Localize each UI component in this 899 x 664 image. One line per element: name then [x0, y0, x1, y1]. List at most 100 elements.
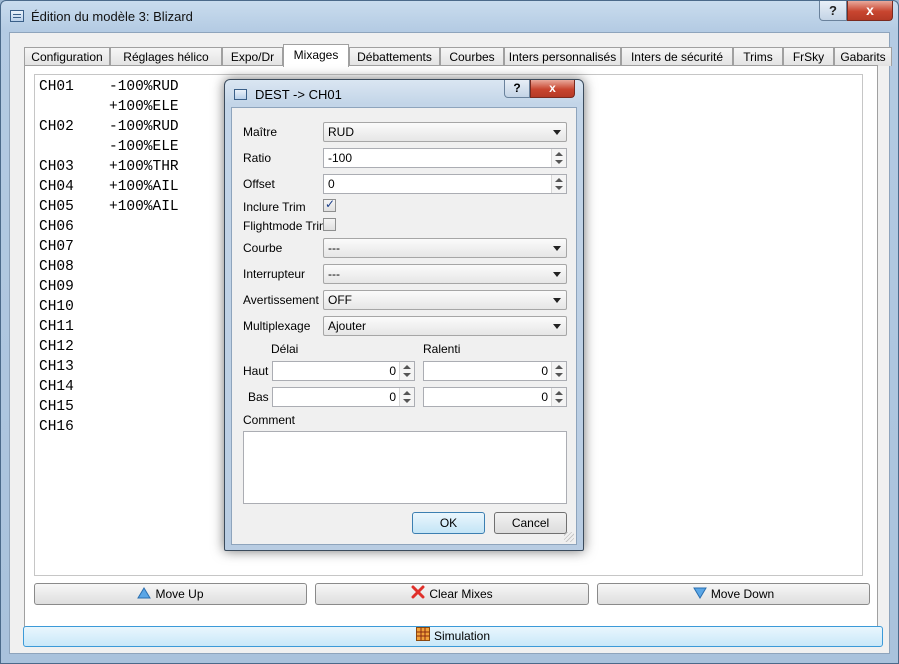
ralenti-bas-value: 0: [541, 390, 548, 404]
ralenti-bas-spinbox[interactable]: 0: [423, 387, 567, 407]
mix-value: +100%AIL: [109, 179, 179, 195]
ralenti-haut-value: 0: [541, 364, 548, 378]
ok-button[interactable]: OK: [412, 512, 485, 534]
interrupteur-select[interactable]: ---: [323, 264, 567, 284]
interrupteur-label: Interrupteur: [243, 267, 306, 281]
avertissement-select[interactable]: OFF: [323, 290, 567, 310]
tab-reglages-helico[interactable]: Réglages hélico: [110, 47, 222, 66]
mix-channel: CH15: [39, 399, 74, 415]
simulation-label: Simulation: [433, 629, 491, 644]
mix-channel: CH09: [39, 279, 74, 295]
inclure-trim-label: Inclure Trim: [243, 200, 306, 214]
maitre-select[interactable]: RUD: [323, 122, 567, 142]
window-title: Édition du modèle 3: Blizard: [31, 9, 193, 24]
tab-inters-personnalises[interactable]: Inters personnalisés: [504, 47, 621, 66]
chevron-down-icon: [553, 272, 561, 277]
mix-channel: CH03: [39, 159, 74, 175]
mix-channel: CH01: [39, 79, 74, 95]
mix-channel: CH12: [39, 339, 74, 355]
tab-expo-dr[interactable]: Expo/Dr: [222, 47, 283, 66]
mix-value: +100%THR: [109, 159, 179, 175]
mix-channel: CH07: [39, 239, 74, 255]
delai-bas-spinbox[interactable]: 0: [272, 387, 415, 407]
app-icon: [10, 10, 24, 22]
tab-trims[interactable]: Trims: [733, 47, 783, 66]
maitre-label: Maître: [243, 125, 278, 139]
maitre-value: RUD: [328, 125, 354, 139]
chevron-down-icon: [553, 130, 561, 135]
tab-gabarits[interactable]: Gabarits: [834, 47, 892, 66]
simulation-button[interactable]: Simulation: [23, 626, 883, 647]
tab-debattements[interactable]: Débattements: [349, 47, 440, 66]
mix-channel: CH05: [39, 199, 74, 215]
move-up-button[interactable]: Move Up: [34, 583, 307, 605]
mix-edit-dialog: DEST -> CH01 ? x Maître RUD Ratio -100 O…: [224, 79, 584, 551]
mix-channel: CH02: [39, 119, 74, 135]
spin-arrows-icon[interactable]: [551, 388, 566, 406]
tab-mixages[interactable]: Mixages: [283, 44, 349, 67]
red-x-icon: [411, 585, 425, 605]
move-up-label: Move Up: [155, 587, 204, 601]
mix-channel: CH10: [39, 299, 74, 315]
interrupteur-value: ---: [328, 267, 340, 281]
help-button[interactable]: ?: [819, 1, 847, 21]
mix-channel: CH04: [39, 179, 74, 195]
mix-channel: CH06: [39, 219, 74, 235]
ratio-spinbox[interactable]: -100: [323, 148, 567, 168]
mix-channel: CH14: [39, 379, 74, 395]
resize-grip-icon[interactable]: [564, 532, 574, 542]
cancel-button[interactable]: Cancel: [494, 512, 567, 534]
spin-arrows-icon[interactable]: [551, 175, 566, 193]
spin-arrows-icon[interactable]: [399, 388, 414, 406]
dialog-close-button[interactable]: x: [530, 80, 575, 98]
tab-configuration[interactable]: Configuration: [24, 47, 110, 66]
dialog-client: Maître RUD Ratio -100 Offset 0 Inclure T…: [231, 107, 577, 545]
spin-arrows-icon[interactable]: [551, 362, 566, 380]
mix-channel: CH16: [39, 419, 74, 435]
spin-arrows-icon[interactable]: [551, 149, 566, 167]
ratio-label: Ratio: [243, 151, 272, 165]
delai-bas-value: 0: [389, 390, 396, 404]
flightmode-trim-checkbox[interactable]: [323, 218, 336, 231]
offset-spinbox[interactable]: 0: [323, 174, 567, 194]
mix-value: -100%RUD: [109, 119, 179, 135]
comment-label: Comment: [243, 413, 296, 427]
move-down-button[interactable]: Move Down: [597, 583, 870, 605]
ratio-value: -100: [328, 151, 353, 165]
mix-channel: CH08: [39, 259, 74, 275]
clear-mixes-button[interactable]: Clear Mixes: [315, 583, 589, 605]
simulation-icon: [415, 627, 430, 647]
chevron-down-icon: [553, 246, 561, 251]
comment-textarea[interactable]: [243, 431, 567, 504]
tab-frsky[interactable]: FrSky: [783, 47, 834, 66]
dialog-help-button[interactable]: ?: [504, 80, 530, 98]
close-button[interactable]: x: [847, 1, 893, 21]
courbe-label: Courbe: [243, 241, 283, 255]
delai-haut-spinbox[interactable]: 0: [272, 361, 415, 381]
ralenti-haut-spinbox[interactable]: 0: [423, 361, 567, 381]
bas-label: Bas: [248, 390, 269, 404]
tab-courbes[interactable]: Courbes: [440, 47, 504, 66]
courbe-select[interactable]: ---: [323, 238, 567, 258]
avertissement-value: OFF: [328, 293, 352, 307]
mix-value: +100%AIL: [109, 199, 179, 215]
mix-channel: CH11: [39, 319, 74, 335]
offset-label: Offset: [243, 177, 275, 191]
arrow-up-icon: [137, 585, 152, 605]
flightmode-trim-label: Flightmode Trim: [243, 219, 330, 233]
delai-haut-value: 0: [389, 364, 396, 378]
move-down-label: Move Down: [710, 587, 775, 601]
multiplexage-label: Multiplexage: [243, 319, 311, 333]
avertissement-label: Avertissement: [243, 293, 319, 307]
ralenti-label: Ralenti: [423, 342, 461, 356]
tab-inters-de-securite[interactable]: Inters de sécurité: [621, 47, 733, 66]
title-bar[interactable]: Édition du modèle 3: Blizard ? x: [1, 1, 898, 33]
multiplexage-select[interactable]: Ajouter: [323, 316, 567, 336]
inclure-trim-checkbox[interactable]: [323, 197, 336, 212]
dialog-title: DEST -> CH01: [255, 87, 342, 102]
spin-arrows-icon[interactable]: [399, 362, 414, 380]
arrow-down-icon: [692, 585, 707, 605]
mix-value: +100%ELE: [109, 99, 179, 115]
chevron-down-icon: [553, 298, 561, 303]
offset-value: 0: [328, 177, 335, 191]
